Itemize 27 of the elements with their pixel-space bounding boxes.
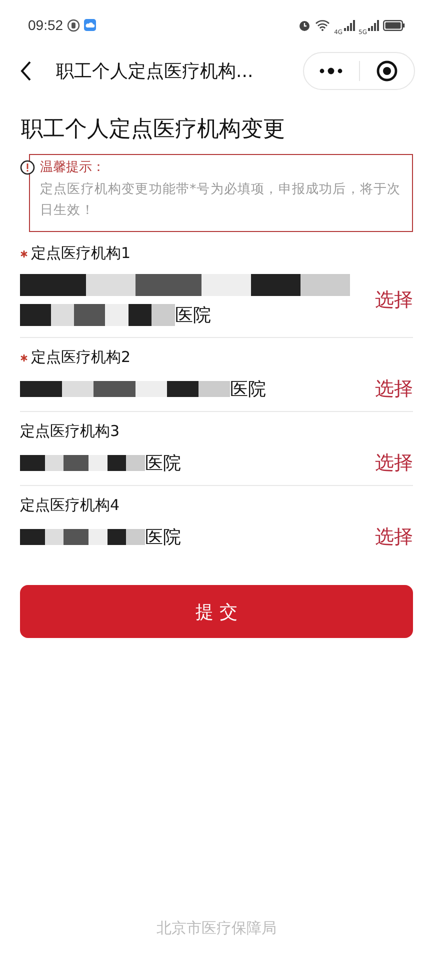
field-label: 定点医疗机构4 xyxy=(20,496,120,515)
target-icon xyxy=(376,60,398,82)
nav-title: 职工个人定点医疗机构... xyxy=(56,60,254,83)
more-icon xyxy=(318,67,344,75)
hospital-name: 医院 xyxy=(230,378,266,401)
wifi-icon xyxy=(315,19,330,31)
hospital-name: 医院 xyxy=(145,452,181,475)
select-link[interactable]: 选择 xyxy=(375,287,413,313)
notice-heading: 温馨提示： xyxy=(40,159,105,176)
hospital-name: 医院 xyxy=(145,526,181,549)
footer-text: 北京市医疗保障局 xyxy=(156,919,278,938)
cloud-icon xyxy=(84,19,96,31)
field-label: 定点医疗机构1 xyxy=(31,244,131,263)
battery-icon xyxy=(383,20,405,30)
page-title: 职工个人定点医疗机构变更 xyxy=(21,116,286,144)
field-label: 定点医疗机构2 xyxy=(31,348,131,367)
signal-icon xyxy=(368,20,379,30)
field-label: 定点医疗机构3 xyxy=(20,422,120,441)
signal-icon xyxy=(344,20,355,30)
select-link[interactable]: 选择 xyxy=(375,376,413,402)
select-link[interactable]: 选择 xyxy=(375,450,413,476)
hospital-name: 医院 xyxy=(175,304,211,327)
status-time: 09:52 xyxy=(28,17,64,33)
notice-text: 定点医疗机构变更功能带*号为必填项，申报成功后，将于次日生效！ xyxy=(40,181,402,220)
select-link[interactable]: 选择 xyxy=(375,524,413,550)
alert-icon xyxy=(20,160,35,174)
submit-button[interactable]: 提 交 xyxy=(20,585,413,638)
